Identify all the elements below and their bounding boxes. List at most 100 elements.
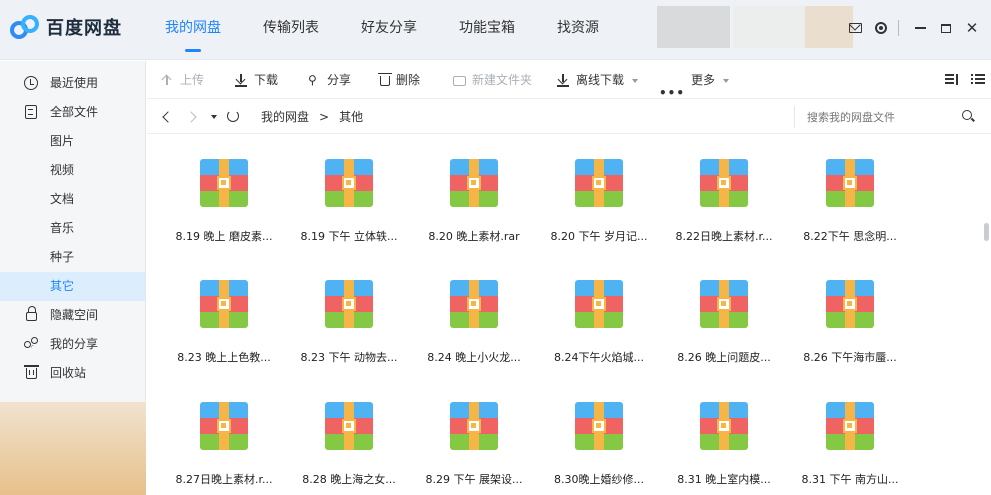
file-item[interactable]: 8.19 晚上 磨皮素... bbox=[169, 135, 279, 245]
file-item[interactable]: 8.29 下午 展架设... bbox=[419, 378, 529, 488]
lock-icon bbox=[26, 306, 37, 321]
tab-my-netdisk[interactable]: 我的网盘 bbox=[150, 0, 236, 60]
file-name: 8.27日晚上素材.r... bbox=[175, 473, 273, 486]
sidebar-item-images[interactable]: 图片 bbox=[0, 127, 145, 156]
file-item[interactable]: 8.31 下午 南方山... bbox=[795, 378, 905, 488]
sidebar-item-label: 视频 bbox=[50, 163, 75, 177]
forward-icon[interactable] bbox=[187, 111, 199, 123]
new-folder-icon bbox=[453, 75, 466, 86]
file-item[interactable]: 8.19 下午 立体轶... bbox=[294, 135, 404, 245]
new-folder-button[interactable]: 新建文件夹 bbox=[453, 61, 532, 99]
sidebar-item-recycle-bin[interactable]: 回收站 bbox=[0, 359, 145, 388]
breadcrumb-item-my-netdisk[interactable]: 我的网盘 bbox=[261, 110, 309, 124]
breadcrumb-separator: > bbox=[319, 110, 330, 124]
file-item[interactable]: 8.20 晚上素材.rar bbox=[419, 135, 529, 245]
tab-transfer-list[interactable]: 传输列表 bbox=[248, 0, 334, 60]
maximize-icon[interactable] bbox=[935, 18, 957, 38]
search-icon[interactable] bbox=[962, 110, 972, 120]
toolbar: 上传 下载 ⚲ 分享 删除 新建文件夹 离线下载 ••• 更多 bbox=[147, 61, 991, 100]
upload-label: 上传 bbox=[180, 73, 205, 87]
sidebar-item-label: 回收站 bbox=[50, 366, 87, 380]
breadcrumb-item-other[interactable]: 其他 bbox=[339, 110, 363, 124]
share-label: 分享 bbox=[327, 73, 352, 87]
tab-find-resources[interactable]: 找资源 bbox=[542, 0, 614, 60]
settings-gear-icon[interactable] bbox=[870, 18, 892, 38]
tab-toolbox[interactable]: 功能宝箱 bbox=[444, 0, 530, 60]
file-item[interactable]: 8.22下午 思念明... bbox=[795, 135, 905, 245]
upload-icon bbox=[161, 74, 174, 87]
archive-file-icon bbox=[325, 402, 373, 450]
chevron-down-icon bbox=[723, 78, 730, 83]
sidebar-item-label: 文档 bbox=[50, 192, 75, 206]
file-item[interactable]: 8.24 晚上小火龙... bbox=[419, 256, 529, 366]
sidebar-item-my-shares[interactable]: 我的分享 bbox=[0, 330, 145, 359]
sidebar-item-documents[interactable]: 文档 bbox=[0, 185, 145, 214]
mail-icon[interactable] bbox=[844, 18, 866, 38]
sidebar-item-other[interactable]: 其它 bbox=[0, 272, 145, 301]
file-item[interactable]: 8.31 晚上室内模... bbox=[669, 378, 779, 488]
file-item[interactable]: 8.28 晚上海之女... bbox=[294, 378, 404, 488]
sidebar-item-label: 音乐 bbox=[50, 221, 75, 235]
clock-icon bbox=[24, 76, 38, 90]
file-item[interactable]: 8.30晚上婚纱修... bbox=[544, 378, 654, 488]
file-name: 8.19 下午 立体轶... bbox=[300, 230, 398, 243]
file-item[interactable]: 8.27日晚上素材.r... bbox=[169, 378, 279, 488]
user-info-area[interactable] bbox=[733, 6, 805, 48]
sort-icon[interactable] bbox=[945, 74, 959, 86]
file-name: 8.26 晚上问题皮... bbox=[677, 351, 771, 364]
sidebar-item-music[interactable]: 音乐 bbox=[0, 214, 145, 243]
scrollbar[interactable] bbox=[982, 135, 991, 495]
archive-file-icon bbox=[325, 280, 373, 328]
sidebar-item-all-files[interactable]: 全部文件 bbox=[0, 98, 145, 127]
archive-file-icon bbox=[575, 280, 623, 328]
user-avatar-area[interactable] bbox=[657, 6, 730, 48]
file-grid: 8.19 晚上 磨皮素... 8.19 下午 立体轶... 8.20 晚上素材.… bbox=[147, 135, 981, 495]
history-dropdown-icon[interactable] bbox=[211, 115, 217, 119]
share-button[interactable]: ⚲ 分享 bbox=[308, 61, 351, 99]
download-button[interactable]: 下载 bbox=[235, 61, 278, 99]
file-item[interactable]: 8.24下午火焰城... bbox=[544, 256, 654, 366]
archive-file-icon bbox=[575, 159, 623, 207]
sidebar-item-label: 全部文件 bbox=[50, 105, 99, 119]
file-name: 8.31 晚上室内模... bbox=[677, 473, 771, 486]
archive-file-icon bbox=[826, 159, 874, 207]
file-item[interactable]: 8.26 下午海市蜃... bbox=[795, 256, 905, 366]
top-bar: 百度网盘 我的网盘 传输列表 好友分享 功能宝箱 找资源 ✕ bbox=[0, 0, 991, 60]
new-folder-label: 新建文件夹 bbox=[472, 73, 533, 87]
sidebar-item-hidden-space[interactable]: 隐藏空间 bbox=[0, 301, 145, 330]
minimize-icon[interactable] bbox=[909, 18, 931, 38]
sidebar-item-videos[interactable]: 视频 bbox=[0, 156, 145, 185]
upload-button[interactable]: 上传 bbox=[161, 61, 204, 99]
more-dots-icon: ••• bbox=[659, 86, 686, 100]
app-logo[interactable]: 百度网盘 bbox=[10, 14, 122, 40]
scrollbar-thumb[interactable] bbox=[984, 223, 989, 241]
delete-label: 删除 bbox=[396, 73, 421, 87]
refresh-icon[interactable] bbox=[227, 110, 239, 122]
delete-button[interactable]: 删除 bbox=[378, 61, 421, 99]
file-item[interactable]: 8.23 下午 动物去... bbox=[294, 256, 404, 366]
sidebar-item-torrents[interactable]: 种子 bbox=[0, 243, 145, 272]
file-item[interactable]: 8.22日晚上素材.r... bbox=[669, 135, 779, 245]
archive-file-icon bbox=[450, 159, 498, 207]
offline-download-button[interactable]: 离线下载 bbox=[557, 61, 639, 99]
promo-banner[interactable] bbox=[0, 402, 146, 495]
more-label: 更多 bbox=[691, 73, 716, 87]
more-button[interactable]: ••• 更多 bbox=[659, 61, 730, 100]
file-item[interactable]: 8.20 下午 岁月记... bbox=[544, 135, 654, 245]
archive-file-icon bbox=[826, 402, 874, 450]
baidu-netdisk-window: 百度网盘 我的网盘 传输列表 好友分享 功能宝箱 找资源 ✕ 最近使用 全部文件… bbox=[0, 0, 991, 495]
archive-file-icon bbox=[700, 402, 748, 450]
close-icon[interactable]: ✕ bbox=[961, 18, 983, 38]
cloud-logo-icon bbox=[10, 15, 40, 39]
path-bar: 我的网盘 > 其他 bbox=[147, 100, 991, 134]
file-item[interactable]: 8.26 晚上问题皮... bbox=[669, 256, 779, 366]
breadcrumb: 我的网盘 > 其他 bbox=[261, 100, 363, 134]
back-icon[interactable] bbox=[161, 111, 173, 123]
tab-friend-share[interactable]: 好友分享 bbox=[346, 0, 432, 60]
file-name: 8.23 晚上上色教... bbox=[177, 351, 271, 364]
file-item[interactable]: 8.23 晚上上色教... bbox=[169, 256, 279, 366]
archive-file-icon bbox=[826, 280, 874, 328]
search-input[interactable] bbox=[807, 108, 957, 126]
sidebar-item-recent[interactable]: 最近使用 bbox=[0, 69, 145, 98]
list-view-icon[interactable] bbox=[971, 74, 985, 86]
